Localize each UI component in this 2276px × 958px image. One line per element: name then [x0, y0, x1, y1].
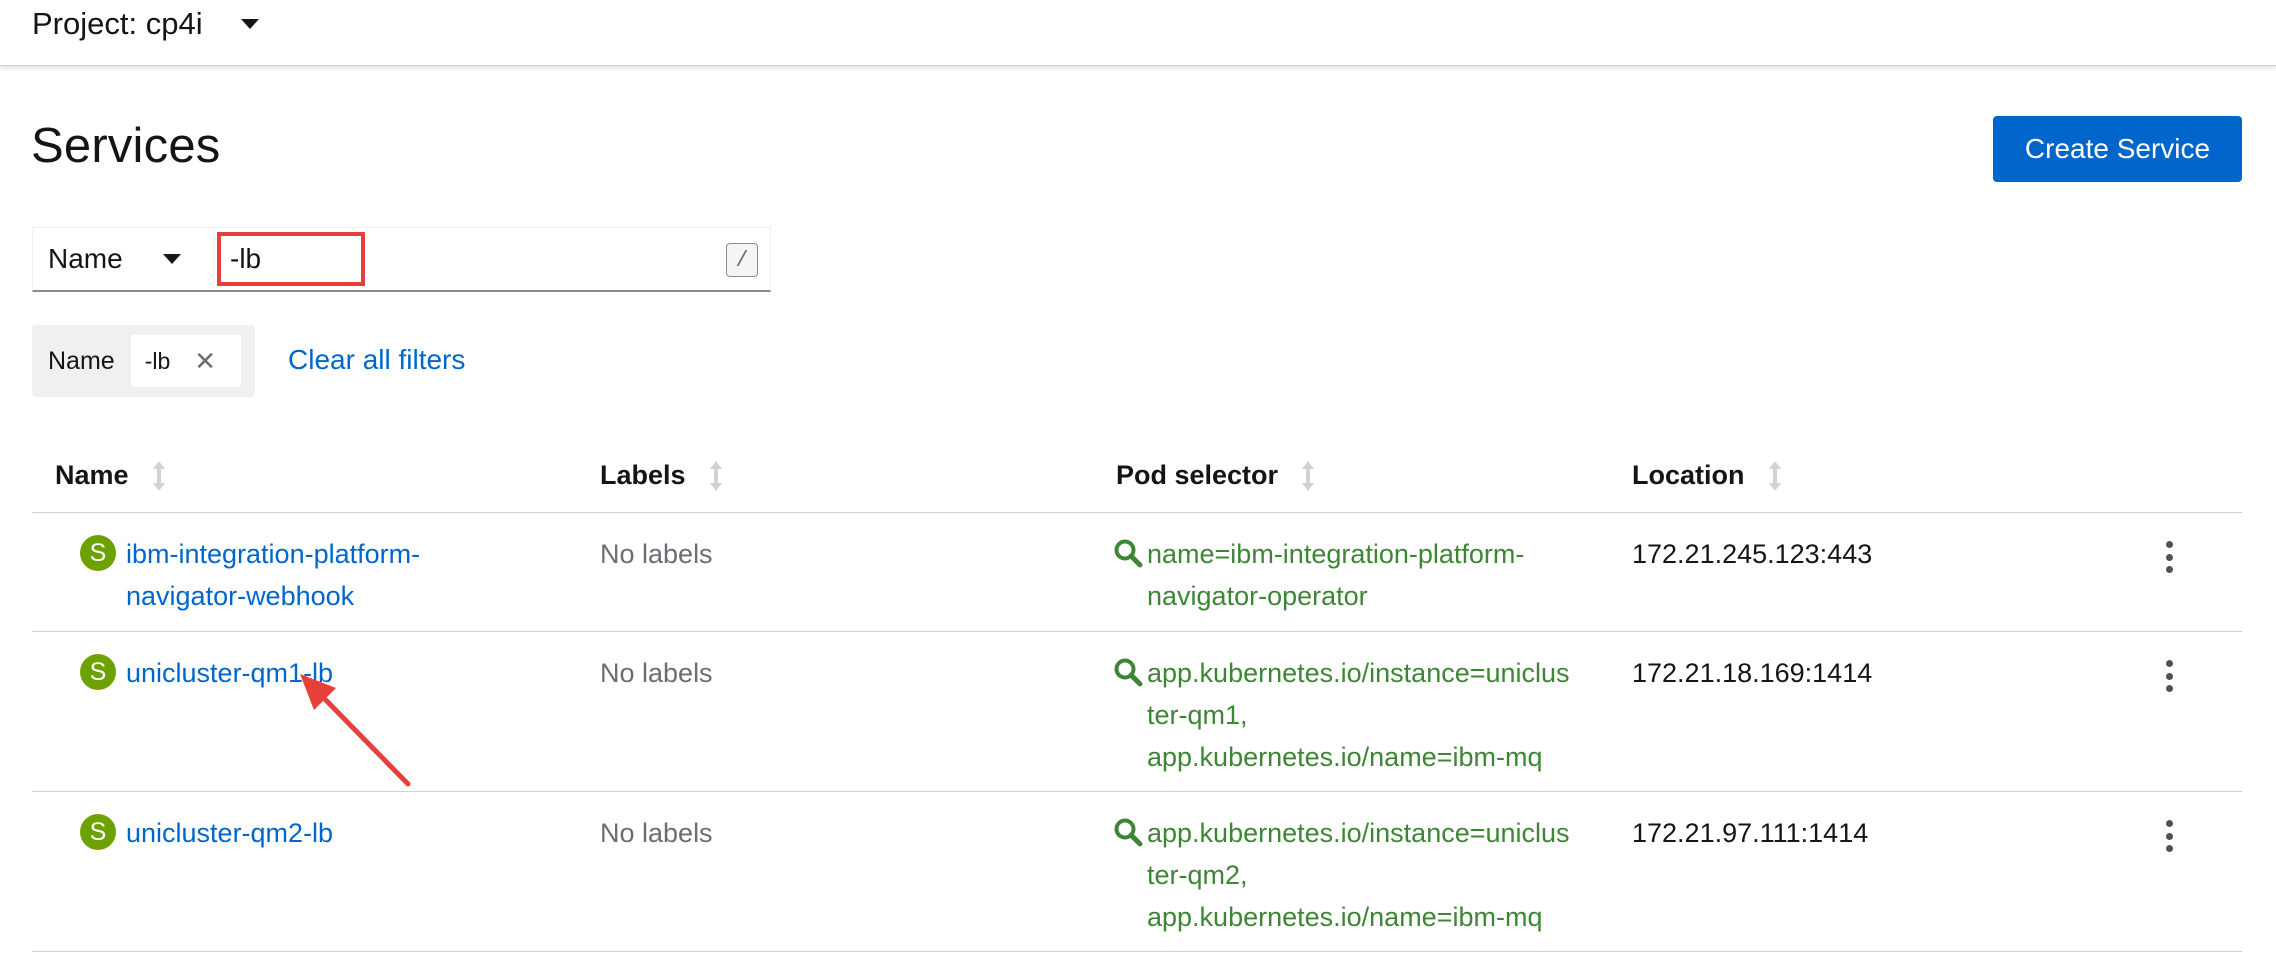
sort-icon: [1768, 460, 1781, 491]
service-name-link[interactable]: unicluster-qm1-lb: [126, 652, 333, 694]
labels-cell: No labels: [600, 658, 713, 688]
link-line: navigator-webhook: [126, 581, 355, 611]
column-header-labels[interactable]: Labels: [600, 460, 722, 491]
service-name-link[interactable]: ibm-integration-platform- navigator-webh…: [126, 533, 420, 617]
labels-cell: No labels: [600, 539, 713, 569]
location-cell: 172.21.18.169:1414: [1632, 658, 1873, 688]
service-badge-icon: S: [80, 654, 116, 690]
labels-cell: No labels: [600, 818, 713, 848]
project-dropdown[interactable]: Project: cp4i: [32, 4, 259, 44]
project-bar: Project: cp4i: [0, 0, 2276, 66]
name-cell: S unicluster-qm2-lb: [80, 812, 460, 854]
link-line: name=ibm-integration-platform-: [1147, 539, 1525, 569]
table-row: S unicluster-qm1-lb No labels app.kubern…: [32, 632, 2242, 792]
name-filter-input[interactable]: [214, 228, 770, 290]
filter-input-wrapper: /: [214, 228, 770, 290]
column-header-location[interactable]: Location: [1632, 460, 1781, 491]
clear-all-filters-link[interactable]: Clear all filters: [288, 344, 465, 376]
project-label: Project: cp4i: [32, 6, 203, 41]
column-header-label: Labels: [600, 460, 686, 490]
pod-selector-link[interactable]: app.kubernetes.io/instance=uniclus ter-q…: [1147, 652, 1595, 778]
keyboard-shortcut-hint: /: [726, 243, 758, 277]
pod-selector-cell: app.kubernetes.io/instance=uniclus ter-q…: [1113, 812, 1633, 938]
filter-toolbar: Name /: [32, 227, 771, 292]
link-line: ibm-integration-platform-: [126, 539, 421, 569]
link-line: ter-qm1,: [1147, 700, 1248, 730]
sort-icon: [709, 460, 722, 491]
column-header-pod-selector[interactable]: Pod selector: [1116, 460, 1315, 491]
search-icon: [1114, 818, 1143, 847]
caret-down-icon: [240, 19, 259, 29]
column-header-name[interactable]: Name: [55, 460, 165, 491]
location-cell: 172.21.97.111:1414: [1632, 818, 1869, 848]
location-cell: 172.21.245.123:443: [1632, 539, 1873, 569]
caret-down-icon: [162, 254, 181, 264]
pod-selector-cell: app.kubernetes.io/instance=uniclus ter-q…: [1113, 652, 1633, 778]
pod-selector-link[interactable]: app.kubernetes.io/instance=uniclus ter-q…: [1147, 812, 1595, 938]
link-line: ter-qm2,: [1147, 860, 1248, 890]
table-header: Name Labels Pod selector Location: [32, 450, 2242, 513]
page-title: Services: [31, 119, 221, 173]
kebab-menu-icon[interactable]: [2159, 541, 2179, 573]
pod-selector-cell: name=ibm-integration-platform- navigator…: [1113, 533, 1633, 617]
kebab-menu-icon[interactable]: [2159, 660, 2179, 692]
column-header-label: Location: [1632, 460, 1745, 490]
column-header-label: Pod selector: [1116, 460, 1279, 490]
kebab-menu-icon[interactable]: [2159, 820, 2179, 852]
link-line: app.kubernetes.io/name=ibm-mq: [1147, 902, 1543, 932]
service-badge-icon: S: [80, 814, 116, 850]
filter-type-dropdown[interactable]: Name: [33, 228, 214, 290]
link-line: app.kubernetes.io/instance=uniclus: [1147, 818, 1570, 848]
pod-selector-link[interactable]: name=ibm-integration-platform- navigator…: [1147, 533, 1595, 617]
sort-icon: [152, 460, 165, 491]
table-row: S ibm-integration-platform- navigator-we…: [32, 513, 2242, 632]
link-line: unicluster-qm1-lb: [126, 658, 334, 688]
link-line: app.kubernetes.io/name=ibm-mq: [1147, 742, 1543, 772]
services-page: Project: cp4i Services Create Service Na…: [0, 0, 2276, 958]
chip-value: -lb: [144, 347, 171, 374]
link-line: unicluster-qm2-lb: [126, 818, 334, 848]
close-icon[interactable]: ✕: [194, 348, 216, 374]
sort-icon: [1302, 460, 1315, 491]
create-service-button[interactable]: Create Service: [1993, 116, 2242, 182]
service-name-link[interactable]: unicluster-qm2-lb: [126, 812, 333, 854]
column-header-label: Name: [55, 460, 129, 490]
search-icon: [1114, 539, 1143, 568]
name-cell: S unicluster-qm1-lb: [80, 652, 460, 694]
name-cell: S ibm-integration-platform- navigator-we…: [80, 533, 460, 617]
chip-group-category: Name: [48, 346, 115, 375]
search-icon: [1114, 658, 1143, 687]
link-line: app.kubernetes.io/instance=uniclus: [1147, 658, 1570, 688]
filter-chip-group: Name -lb ✕: [32, 325, 255, 397]
service-badge-icon: S: [80, 535, 116, 571]
filter-type-label: Name: [48, 243, 123, 274]
table-row: S unicluster-qm2-lb No labels app.kubern…: [32, 792, 2242, 952]
services-table: Name Labels Pod selector Location S ibm-…: [32, 450, 2242, 952]
filter-chip: -lb ✕: [130, 335, 241, 387]
link-line: navigator-operator: [1147, 581, 1368, 611]
